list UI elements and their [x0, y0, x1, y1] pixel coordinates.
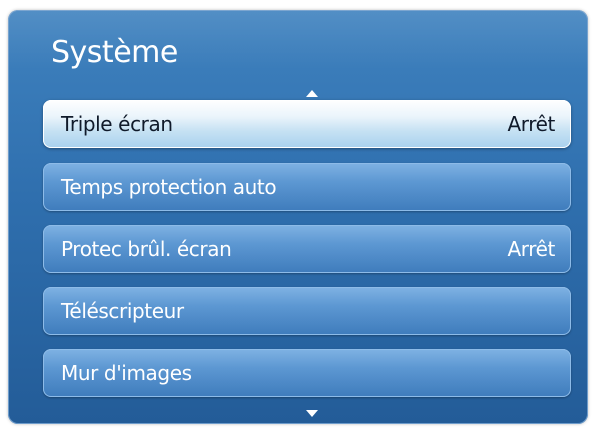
menu-item-protec-brul-ecran[interactable]: Protec brûl. écran Arrêt [43, 225, 571, 273]
menu-item-temps-protection-auto[interactable]: Temps protection auto [43, 163, 571, 211]
menu-item-mur-d-images[interactable]: Mur d'images [43, 349, 571, 397]
scroll-up-icon[interactable] [306, 90, 318, 97]
menu-item-label: Téléscripteur [61, 299, 184, 323]
menu-item-triple-ecran[interactable]: Triple écran Arrêt [43, 100, 571, 148]
scroll-down-icon[interactable] [306, 410, 318, 417]
menu-item-label: Triple écran [61, 112, 173, 136]
menu-item-value: Arrêt [507, 237, 556, 261]
system-menu-panel: Système Triple écran Arrêt Temps protect… [8, 10, 588, 424]
menu-item-label: Protec brûl. écran [61, 237, 232, 261]
menu-item-label: Mur d'images [61, 361, 192, 385]
menu-item-value: Arrêt [507, 112, 556, 136]
menu-item-telescripteur[interactable]: Téléscripteur [43, 287, 571, 335]
menu-item-label: Temps protection auto [61, 175, 277, 199]
menu-title: Système [51, 35, 178, 70]
